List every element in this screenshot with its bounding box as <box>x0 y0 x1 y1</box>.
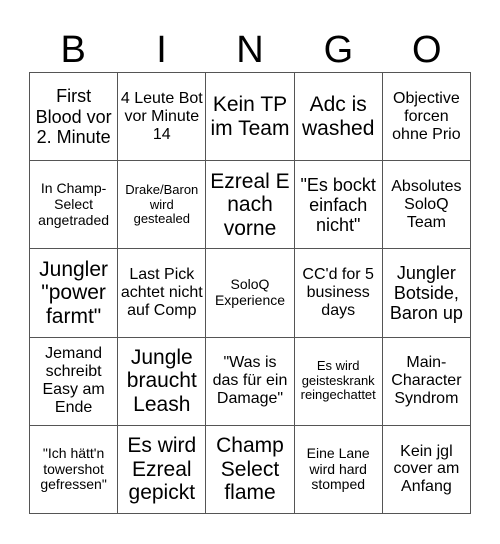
bingo-cell[interactable]: Objective forcen ohne Prio <box>382 73 471 162</box>
bingo-cell[interactable]: 4 Leute Bot vor Minute 14 <box>118 73 207 162</box>
bingo-grid: First Blood vor 2. Minute 4 Leute Bot vo… <box>29 72 471 514</box>
bingo-cell[interactable]: "Was is das für ein Damage" <box>206 337 295 426</box>
bingo-cell[interactable]: "Ich hätt'n towershot gefressen" <box>30 425 119 514</box>
bingo-cell[interactable]: Jungler "power farmt" <box>30 249 119 338</box>
bingo-cell[interactable]: CC'd for 5 business days <box>294 249 383 338</box>
bingo-cell[interactable]: Jemand schreibt Easy am Ende <box>30 337 119 426</box>
bingo-header: B I N G O <box>29 28 471 72</box>
bingo-cell[interactable]: First Blood vor 2. Minute <box>30 73 119 162</box>
bingo-cell[interactable]: Kein jgl cover am Anfang <box>382 425 471 514</box>
header-letter-o: O <box>411 29 442 71</box>
bingo-cell[interactable]: Jungle braucht Leash <box>118 337 207 426</box>
bingo-cell[interactable]: Jungler Botside, Baron up <box>382 249 471 338</box>
bingo-cell[interactable]: Absolutes SoloQ Team <box>382 161 471 250</box>
bingo-cell[interactable]: Champ Select flame <box>206 425 295 514</box>
bingo-cell[interactable]: Drake/Baron wird gestealed <box>118 161 207 250</box>
bingo-cell[interactable]: Eine Lane wird hard stomped <box>294 425 383 514</box>
bingo-cell[interactable]: In Champ-Select angetraded <box>30 161 119 250</box>
bingo-cell[interactable]: Kein TP im Team <box>206 73 295 162</box>
bingo-cell[interactable]: "Es bockt einfach nicht" <box>294 161 383 250</box>
bingo-cell[interactable]: Main-Character Syndrom <box>382 337 471 426</box>
bingo-cell[interactable]: SoloQ Experience <box>206 249 295 338</box>
bingo-cell[interactable]: Last Pick achtet nicht auf Comp <box>118 249 207 338</box>
bingo-cell[interactable]: Ezreal E nach vorne <box>206 161 295 250</box>
header-letter-b: B <box>60 29 86 71</box>
header-letter-i: I <box>156 29 167 71</box>
bingo-cell[interactable]: Es wird geisteskrank reingechattet <box>294 337 383 426</box>
header-letter-g: G <box>323 29 354 71</box>
bingo-cell[interactable]: Adc is washed <box>294 73 383 162</box>
bingo-cell[interactable]: Es wird Ezreal gepickt <box>118 425 207 514</box>
header-letter-n: N <box>236 29 264 71</box>
